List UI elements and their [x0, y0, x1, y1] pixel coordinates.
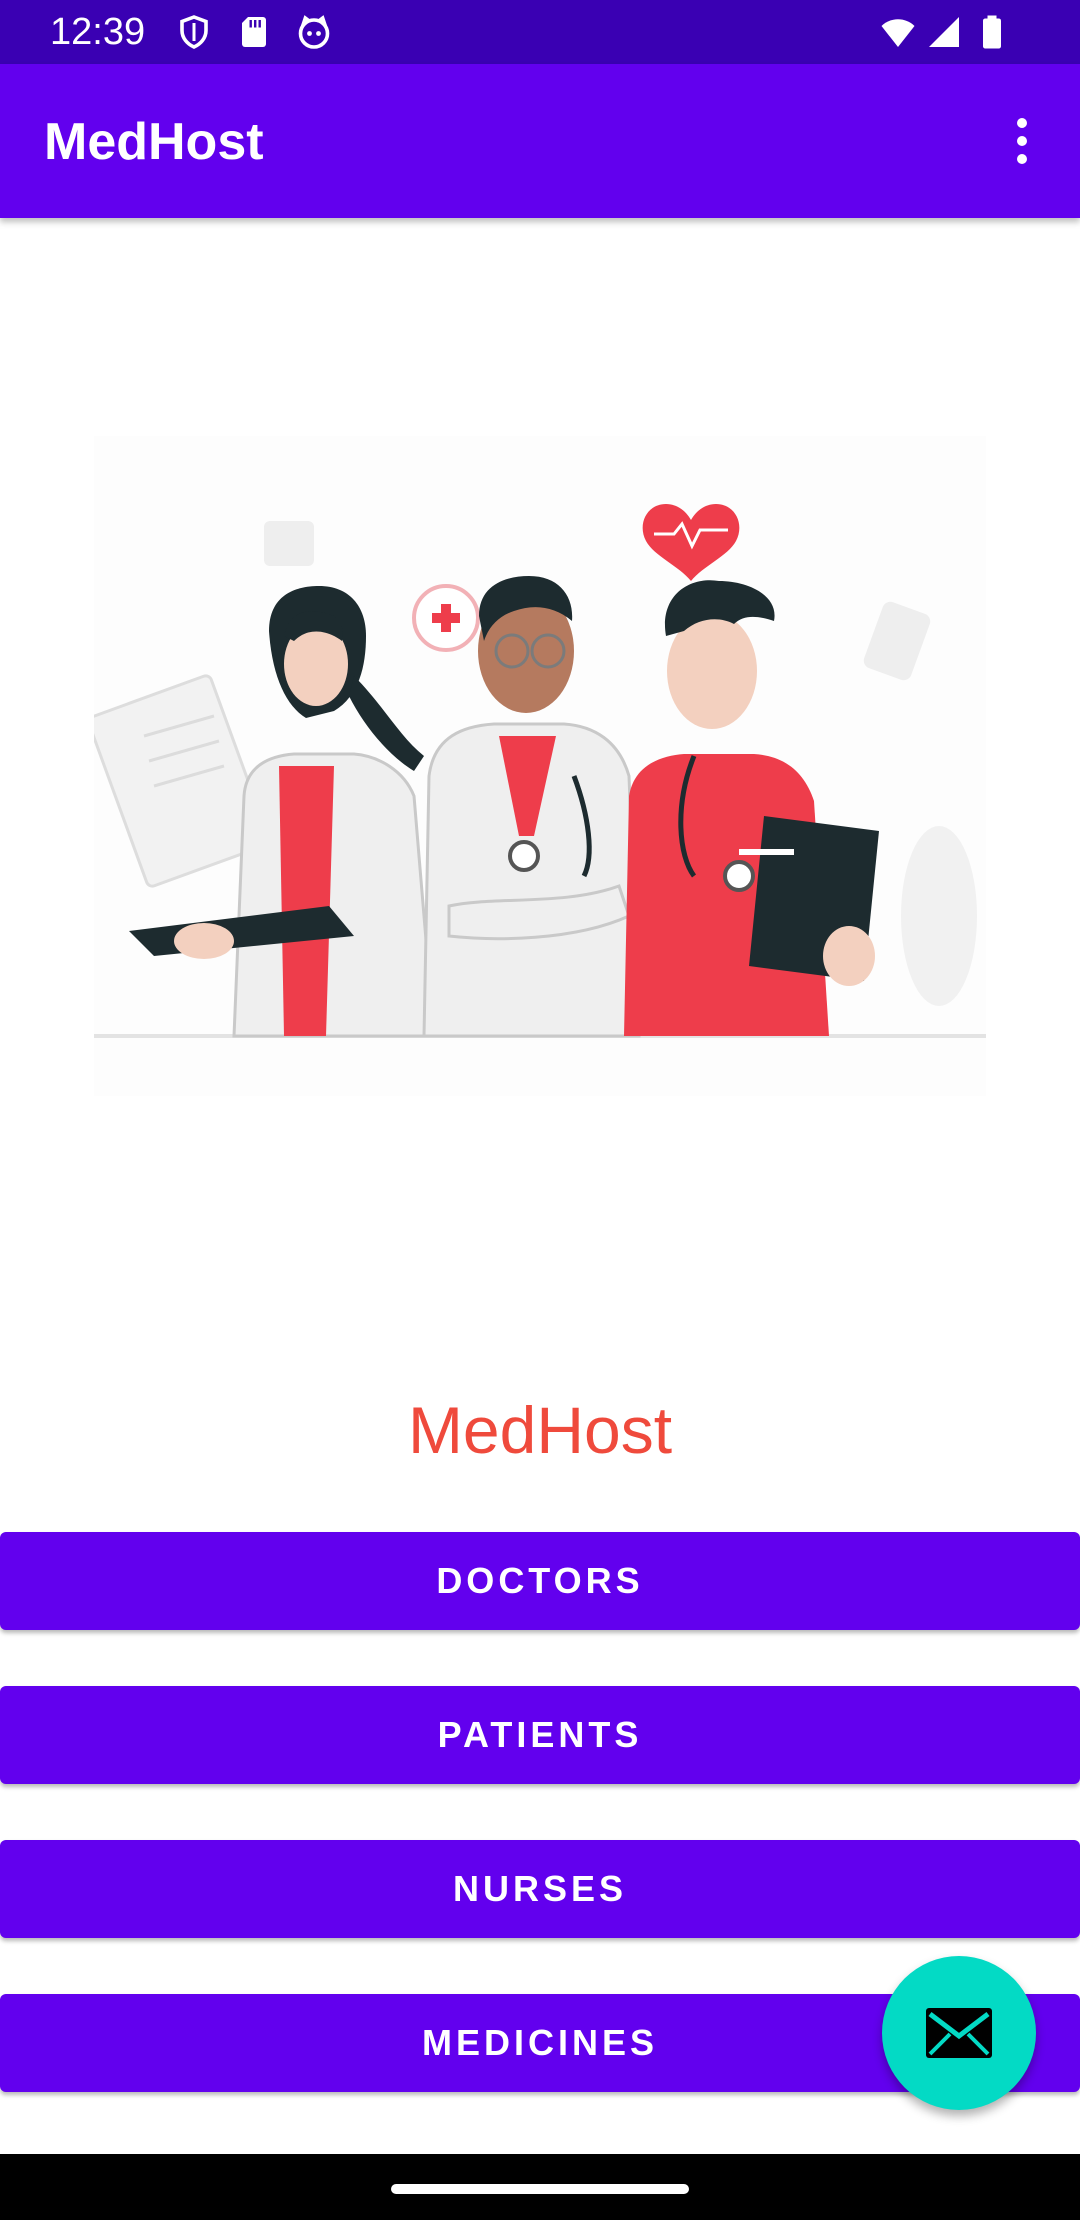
- app-title: MedHost: [44, 113, 264, 171]
- sd-card-icon: [242, 17, 266, 47]
- center-title: MedHost: [407, 1393, 673, 1467]
- more-vert-icon[interactable]: [992, 111, 1052, 171]
- battery-icon: [983, 15, 1001, 49]
- nurses-button[interactable]: NURSES: [0, 1840, 1080, 1938]
- mail-fab-button[interactable]: [882, 1956, 1036, 2110]
- doctors-button[interactable]: DOCTORS: [0, 1532, 1080, 1630]
- status-bar: 12:39: [0, 0, 1080, 64]
- app-bar: MedHost: [0, 64, 1080, 218]
- status-time: 12:39: [50, 11, 146, 53]
- home-gesture-handle[interactable]: [391, 2184, 689, 2194]
- wifi-icon: [881, 19, 915, 47]
- patients-button[interactable]: PATIENTS: [0, 1686, 1080, 1784]
- shield-icon: [180, 15, 208, 49]
- mail-icon: [926, 2008, 992, 2058]
- medical-staff-illustration: [94, 436, 986, 1096]
- cat-icon: [298, 15, 330, 49]
- screen: 12:39 MedHost MedHost DOCTORS PATIENTS N…: [0, 0, 1080, 2220]
- cell-signal-icon: [929, 17, 959, 47]
